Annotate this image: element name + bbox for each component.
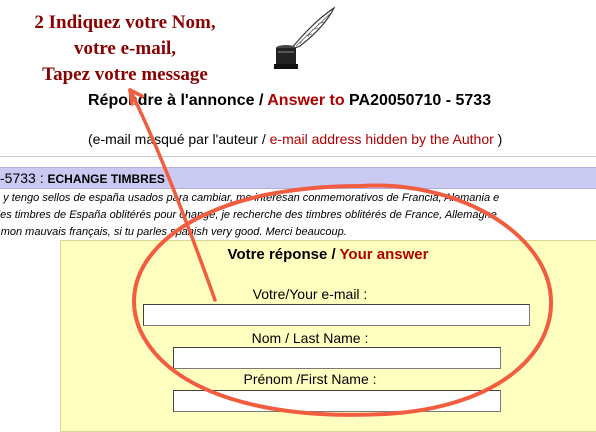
instruction-annotation: 2 Indiquez votre Nom, votre e-mail, Tape…: [14, 10, 236, 88]
email-field[interactable]: [143, 304, 530, 326]
ad-message: a y tengo sellos de españa usados para c…: [0, 190, 596, 241]
firstname-label: Prénom /First Name :: [243, 371, 377, 387]
email-hidden-notice: (e-mail masqué par l'auteur / e-mail add…: [88, 131, 502, 147]
instruction-line-2: votre e-mail,: [74, 38, 176, 59]
ad-message-line: r mon mauvais français, si tu parles spa…: [0, 226, 347, 238]
divider: [0, 156, 596, 157]
ad-reference: PA20050710 - 5733: [349, 92, 492, 109]
reply-fr-text: Répondre à l'annonce /: [88, 92, 268, 109]
hidden-fr-text: (e-mail masqué par l'auteur /: [88, 131, 270, 147]
hidden-en-text: e-mail address hidden by the Author: [269, 131, 494, 147]
inkwell-quill-icon: [274, 6, 336, 69]
ad-id: -5733 :: [0, 170, 48, 186]
firstname-field[interactable]: [173, 390, 501, 412]
reply-en-text: Answer to: [267, 92, 345, 109]
ad-message-line: a y tengo sellos de españa usados para c…: [0, 192, 500, 204]
form-title-en: Your answer: [339, 246, 429, 263]
ad-message-line: des timbres de España oblitérés pour cha…: [0, 209, 497, 221]
instruction-line-3: Tapez votre message: [42, 64, 208, 85]
lastname-label: Nom / Last Name :: [251, 330, 369, 346]
email-label: Votre/Your e-mail :: [252, 286, 368, 302]
hidden-close-text: ): [493, 131, 503, 147]
ad-title-bar: -5733 : ECHANGE TIMBRES: [0, 167, 596, 189]
ad-title: ECHANGE TIMBRES: [47, 172, 165, 186]
form-title-fr: Votre réponse /: [227, 246, 340, 263]
form-title: Votre réponse / Your answer: [60, 246, 596, 263]
reply-heading: Répondre à l'annonce / Answer to PA20050…: [88, 92, 491, 110]
lastname-field[interactable]: [173, 347, 501, 369]
instruction-line-1: 2 Indiquez votre Nom,: [34, 12, 216, 33]
